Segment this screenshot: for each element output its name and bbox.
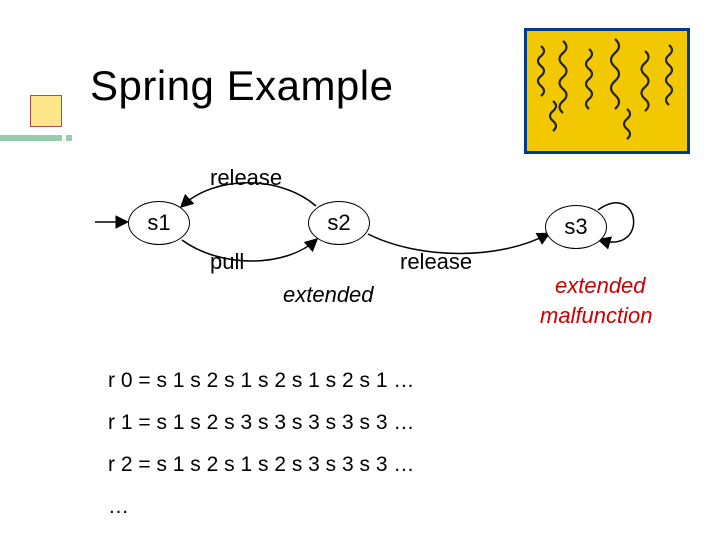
slide: Spring Example — [0, 0, 720, 540]
accent-bar — [0, 135, 62, 141]
edge-label-release-top: release — [210, 165, 282, 191]
trace-r2: r 2 = s 1 s 2 s 1 s 2 s 3 s 3 s 3 … — [108, 444, 414, 486]
trace-r0: r 0 = s 1 s 2 s 1 s 2 s 1 s 2 s 1 … — [108, 360, 414, 402]
annotation-malfunction: malfunction — [540, 303, 653, 329]
edge-label-release-mid: release — [400, 249, 472, 275]
trace-dots: … — [108, 486, 414, 528]
state-s1: s1 — [128, 201, 190, 245]
state-s2-label: s2 — [327, 210, 350, 236]
page-title: Spring Example — [90, 62, 393, 110]
state-s2: s2 — [308, 201, 370, 245]
trace-r1: r 1 = s 1 s 2 s 3 s 3 s 3 s 3 s 3 … — [108, 402, 414, 444]
state-s3: s3 — [545, 205, 607, 249]
trace-list: r 0 = s 1 s 2 s 1 s 2 s 1 s 2 s 1 … r 1 … — [108, 360, 414, 528]
state-s1-label: s1 — [147, 210, 170, 236]
accent-box — [30, 95, 62, 127]
springs-image — [524, 28, 690, 154]
state-s3-label: s3 — [564, 214, 587, 240]
accent-dot — [66, 135, 72, 141]
annotation-extended-s3: extended — [555, 273, 646, 299]
annotation-extended-s2: extended — [283, 282, 374, 308]
edge-label-pull: pull — [210, 249, 244, 275]
